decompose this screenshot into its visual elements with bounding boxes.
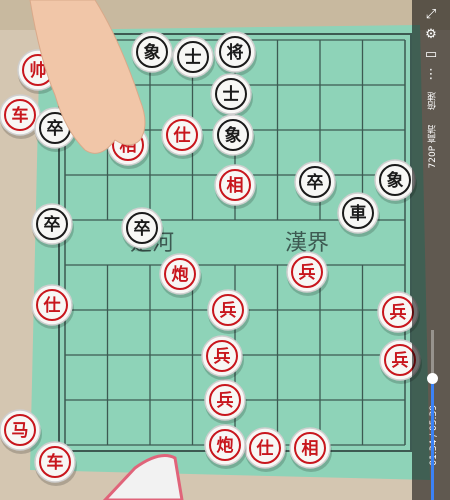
piece-label: 兵 <box>214 346 231 367</box>
piece-label: 兵 <box>217 390 234 411</box>
chess-piece-red[interactable]: 兵 <box>286 251 329 296</box>
chess-piece-red[interactable]: 兵 <box>204 379 247 424</box>
piece-label: 相 <box>302 438 319 459</box>
chess-piece-red[interactable]: 炮 <box>159 253 202 298</box>
chess-piece-red[interactable]: 仕 <box>244 427 287 472</box>
chess-piece-red[interactable]: 兵 <box>207 289 250 334</box>
piece-label: 仕 <box>43 295 61 316</box>
chess-piece-red[interactable]: 炮 <box>204 424 247 469</box>
piece-label: 兵 <box>390 302 407 323</box>
chess-piece-black[interactable]: 象 <box>131 31 174 76</box>
chess-piece-black[interactable]: 士 <box>172 36 215 81</box>
expand-icon[interactable]: ⤢ <box>420 4 442 26</box>
chess-photo: 楚河 漢界 车仕炮兵相兵兵兵兵炮仕相仕帅兵车马相象士将士象卒卒卒卒象車 <box>0 0 450 500</box>
chess-piece-black[interactable]: 車 <box>337 192 380 237</box>
speed-button[interactable]: 倍速 <box>426 92 439 110</box>
piece-label: 卒 <box>47 118 64 139</box>
chess-piece-red[interactable]: 车 <box>34 441 77 486</box>
piece-label: 兵 <box>220 300 237 321</box>
chess-piece-black[interactable]: 卒 <box>31 203 74 248</box>
piece-label: 炮 <box>172 264 189 285</box>
piece-label: 士 <box>185 47 202 68</box>
piece-label: 仕 <box>256 438 274 459</box>
piece-label: 炮 <box>217 435 234 456</box>
chess-piece-black[interactable]: 士 <box>210 73 253 118</box>
seek-bar[interactable] <box>427 330 438 500</box>
piece-label: 車 <box>350 203 367 224</box>
piece-label: 卒 <box>44 214 61 235</box>
piece-label: 将 <box>227 42 244 63</box>
piece-label: 车 <box>12 105 29 126</box>
cast-icon[interactable]: ▭ <box>420 44 442 66</box>
piece-label: 相 <box>227 175 244 196</box>
chess-piece-black[interactable]: 象 <box>212 114 255 159</box>
chess-piece-red[interactable]: 相 <box>214 164 257 209</box>
quality-button[interactable]: 720P 高清 <box>426 125 439 168</box>
seek-handle[interactable] <box>427 372 438 384</box>
chess-piece-red[interactable]: 兵 <box>201 335 244 380</box>
piece-label: 车 <box>47 452 64 473</box>
piece-label: 象 <box>387 170 404 191</box>
chess-piece-red[interactable]: 相 <box>289 427 332 472</box>
chess-piece-black[interactable]: 卒 <box>294 161 337 206</box>
piece-label: 象 <box>144 42 161 63</box>
video-player-sidebar: ⤢ ⚙ ▭ ⋮ 倍速 720P 高清 01:34 / 05:39 <box>412 0 450 500</box>
piece-label: 卒 <box>134 218 151 239</box>
piece-label: 兵 <box>299 262 316 283</box>
chess-piece-black[interactable]: 将 <box>214 31 257 76</box>
piece-label: 马 <box>12 421 29 441</box>
piece-label: 象 <box>225 125 242 146</box>
chess-piece-red[interactable]: 仕 <box>161 114 204 159</box>
piece-label: 卒 <box>307 172 324 193</box>
seek-progress <box>431 377 434 500</box>
chess-piece-black[interactable]: 象 <box>374 159 417 204</box>
chess-piece-red[interactable]: 马 <box>0 409 42 454</box>
chess-piece-black[interactable]: 卒 <box>121 207 164 252</box>
more-icon[interactable]: ⋮ <box>420 64 442 86</box>
piece-label: 士 <box>223 84 240 105</box>
piece-label: 仕 <box>173 125 191 146</box>
piece-label: 兵 <box>392 350 409 371</box>
settings-icon[interactable]: ⚙ <box>420 24 442 46</box>
chess-piece-red[interactable]: 仕 <box>31 284 74 329</box>
